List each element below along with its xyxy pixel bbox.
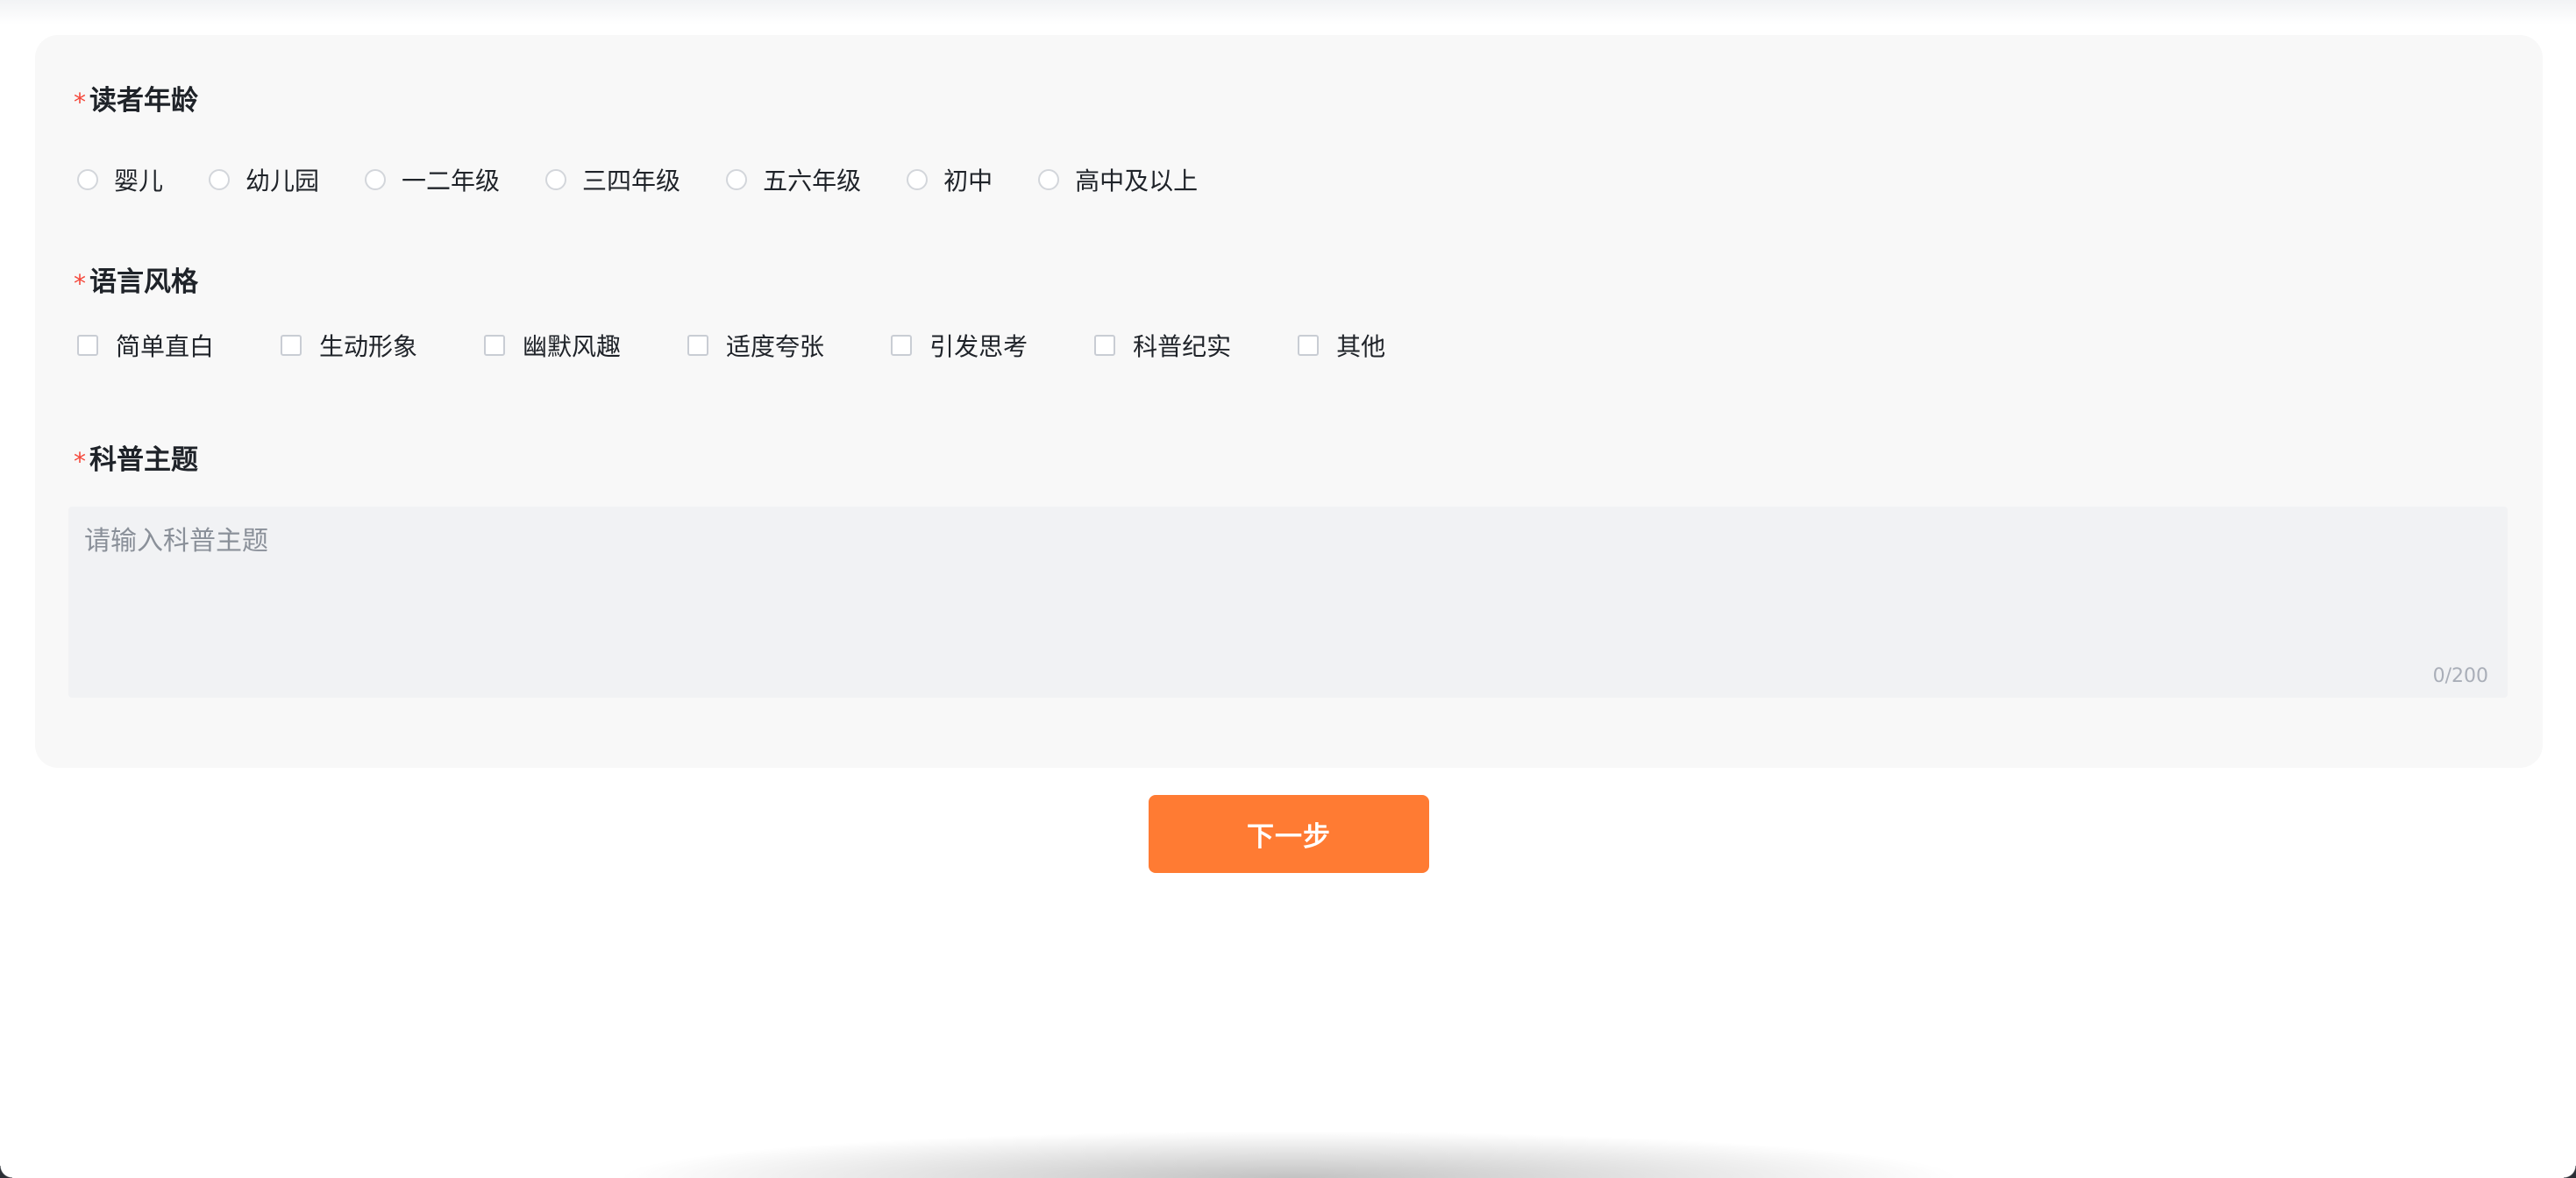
- radio-option-label: 婴儿: [114, 167, 164, 195]
- radio-option-grade-5-6[interactable]: 五六年级: [726, 162, 861, 197]
- checkbox-option-simple-direct[interactable]: 简单直白: [77, 328, 214, 363]
- next-step-button[interactable]: 下一步: [1149, 795, 1429, 873]
- radio-circle-icon[interactable]: [77, 169, 98, 190]
- checkbox-icon[interactable]: [687, 335, 709, 356]
- language-style-label-text: 语言风格: [89, 266, 198, 298]
- language-style-checkbox-group: 简单直白 生动形象 幽默风趣 适度夸张 引发思考 科普纪实 其他: [77, 328, 1452, 363]
- checkbox-icon[interactable]: [1094, 335, 1116, 356]
- radio-option-label: 三四年级: [582, 167, 681, 195]
- radio-circle-icon[interactable]: [545, 169, 567, 190]
- radio-option-high-school-and-above[interactable]: 高中及以上: [1038, 162, 1198, 197]
- checkbox-option-documentary[interactable]: 科普纪实: [1094, 328, 1231, 363]
- checkbox-option-label: 简单直白: [116, 332, 215, 361]
- checkbox-icon[interactable]: [1298, 335, 1320, 356]
- reader-age-label-text: 读者年龄: [89, 85, 198, 117]
- science-topic-textarea[interactable]: [68, 507, 2508, 698]
- checkbox-option-moderate-exaggeration[interactable]: 适度夸张: [687, 328, 824, 363]
- language-style-label: * 语言风格: [74, 265, 198, 300]
- radio-circle-icon[interactable]: [907, 169, 929, 190]
- checkbox-option-label: 引发思考: [929, 332, 1028, 361]
- radio-circle-icon[interactable]: [209, 169, 231, 190]
- checkbox-option-thought-provoking[interactable]: 引发思考: [891, 328, 1028, 363]
- science-topic-label: * 科普主题: [74, 443, 198, 478]
- checkbox-icon[interactable]: [484, 335, 506, 356]
- checkbox-option-label: 生动形象: [319, 332, 418, 361]
- reader-age-label: * 读者年龄: [74, 83, 198, 118]
- bottom-edge-shadow: [614, 1131, 1964, 1178]
- form-card: * 读者年龄 婴儿 幼儿园 一二年级 三四年级 五六年级 初中 高中及以上 * …: [35, 35, 2543, 768]
- required-mark: *: [74, 87, 86, 117]
- radio-option-label: 高中及以上: [1075, 167, 1199, 195]
- radio-circle-icon[interactable]: [1038, 169, 1060, 190]
- window-corner-left: [0, 1166, 12, 1178]
- character-counter: 0/200: [2432, 665, 2488, 687]
- radio-option-label: 一二年级: [402, 167, 501, 195]
- top-edge-shadow: [0, 0, 2576, 25]
- radio-option-label: 幼儿园: [246, 167, 320, 195]
- required-mark: *: [74, 268, 86, 298]
- radio-option-label: 初中: [943, 167, 993, 195]
- checkbox-option-label: 科普纪实: [1133, 332, 1232, 361]
- checkbox-icon[interactable]: [77, 335, 98, 356]
- radio-option-grade-1-2[interactable]: 一二年级: [365, 162, 500, 197]
- checkbox-option-other[interactable]: 其他: [1298, 328, 1385, 363]
- radio-circle-icon[interactable]: [726, 169, 748, 190]
- checkbox-option-humorous[interactable]: 幽默风趣: [484, 328, 621, 363]
- radio-option-grade-3-4[interactable]: 三四年级: [545, 162, 680, 197]
- reader-age-radio-group: 婴儿 幼儿园 一二年级 三四年级 五六年级 初中 高中及以上: [77, 162, 1243, 197]
- window-corner-right: [2564, 1166, 2576, 1178]
- checkbox-option-label: 幽默风趣: [523, 332, 622, 361]
- radio-option-infant[interactable]: 婴儿: [77, 162, 163, 197]
- science-topic-field: 0/200: [68, 507, 2508, 698]
- radio-option-kindergarten[interactable]: 幼儿园: [209, 162, 319, 197]
- checkbox-option-vivid[interactable]: 生动形象: [281, 328, 417, 363]
- required-mark: *: [74, 446, 86, 476]
- radio-circle-icon[interactable]: [365, 169, 387, 190]
- radio-option-junior-high[interactable]: 初中: [907, 162, 993, 197]
- checkbox-icon[interactable]: [281, 335, 302, 356]
- checkbox-icon[interactable]: [891, 335, 913, 356]
- checkbox-option-label: 其他: [1336, 332, 1386, 361]
- checkbox-option-label: 适度夸张: [726, 332, 825, 361]
- science-topic-label-text: 科普主题: [89, 444, 198, 476]
- radio-option-label: 五六年级: [763, 167, 862, 195]
